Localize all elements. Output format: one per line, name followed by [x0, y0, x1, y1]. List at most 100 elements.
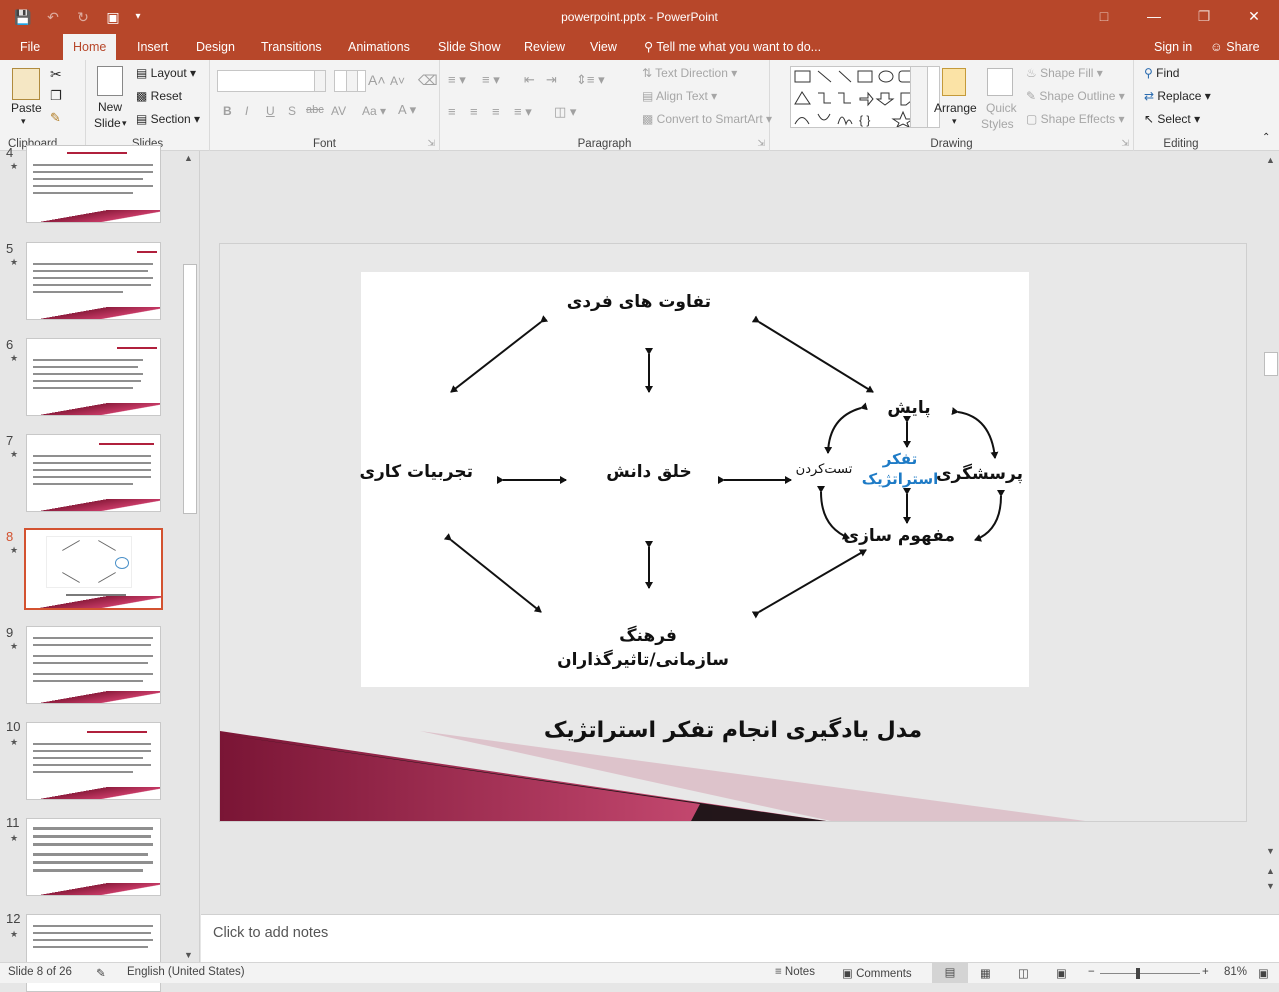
tab-slideshow[interactable]: Slide Show — [438, 34, 501, 60]
previous-slide-icon[interactable]: ▲ — [1266, 866, 1275, 876]
numbering-icon[interactable]: ≡ ▾ — [482, 72, 500, 88]
close-icon[interactable]: ✕ — [1229, 0, 1279, 34]
notes-pane[interactable]: Click to add notes — [201, 914, 1279, 962]
zoom-slider[interactable] — [1100, 973, 1200, 974]
strikethrough-icon[interactable]: abc — [306, 104, 324, 116]
shape-fill-button[interactable]: ♨ Shape Fill ▾ — [1026, 66, 1103, 80]
cut-icon[interactable]: ✂ — [50, 66, 62, 83]
slide-thumbnail-10[interactable] — [26, 722, 161, 800]
arrange-button[interactable]: Arrange — [934, 101, 977, 115]
language-indicator[interactable]: English (United States) — [127, 966, 245, 978]
tab-animations[interactable]: Animations — [348, 34, 410, 60]
replace-button[interactable]: ⇄ Replace ▾ — [1144, 89, 1211, 103]
line-spacing-icon[interactable]: ⇕≡ ▾ — [576, 72, 605, 88]
scroll-up-icon[interactable]: ▲ — [1266, 155, 1275, 165]
copy-icon[interactable]: ❐ — [50, 88, 62, 104]
thumbnail-scrollbar-thumb[interactable] — [183, 264, 197, 514]
slide-thumbnail-11[interactable] — [26, 818, 161, 896]
ribbon-display-icon[interactable]: □ — [1079, 0, 1129, 34]
restore-icon[interactable]: ❐ — [1179, 0, 1229, 34]
scroll-down-icon[interactable]: ▼ — [184, 950, 193, 960]
shapes-gallery-more[interactable] — [910, 66, 928, 128]
normal-view-icon[interactable]: ▤ — [932, 963, 968, 983]
underline-icon[interactable]: U — [266, 104, 275, 118]
select-button[interactable]: ↖ Select ▾ — [1144, 112, 1200, 126]
quick-styles-label[interactable]: Styles — [981, 117, 1014, 131]
comments-toggle[interactable]: ▣ Comments — [842, 966, 912, 980]
reset-button[interactable]: ▩ Reset — [136, 89, 182, 103]
font-name-input[interactable] — [217, 70, 315, 92]
arrange-icon[interactable] — [942, 68, 966, 96]
increase-font-icon[interactable]: A˄ — [368, 72, 386, 88]
font-name-dropdown[interactable] — [314, 70, 326, 92]
shape-outline-button[interactable]: ✎ Shape Outline ▾ — [1026, 89, 1125, 103]
align-text-button[interactable]: ▤ Align Text ▾ — [642, 89, 717, 103]
notes-placeholder[interactable]: Click to add notes — [213, 925, 328, 941]
increase-indent-icon[interactable]: ⇥ — [546, 72, 557, 88]
bold-icon[interactable]: B — [223, 104, 232, 118]
char-spacing-icon[interactable]: AV — [331, 104, 346, 118]
change-case-icon[interactable]: Aa ▾ — [362, 104, 386, 118]
arrange-dropdown-icon[interactable]: ▾ — [952, 116, 957, 127]
new-slide-button-label[interactable]: Slide — [94, 116, 121, 130]
section-button[interactable]: ▤ Section ▾ — [136, 112, 200, 126]
slide-thumbnail-4[interactable] — [26, 145, 161, 223]
quick-styles-icon[interactable] — [987, 68, 1013, 96]
font-dialog-launcher-icon[interactable]: ⇲ — [427, 138, 435, 149]
zoom-level[interactable]: 81% — [1224, 966, 1247, 978]
new-slide-icon[interactable] — [97, 66, 123, 96]
slide-sorter-icon[interactable]: ▦ — [980, 966, 991, 980]
slide-thumbnail-7[interactable] — [26, 434, 161, 512]
slide-thumbnail-9[interactable] — [26, 626, 161, 704]
reading-view-icon[interactable]: ◫ — [1018, 966, 1029, 980]
quick-styles-button[interactable]: Quick — [986, 101, 1017, 115]
slide-scrollbar-thumb[interactable] — [1264, 352, 1278, 376]
zoom-out-icon[interactable]: − — [1088, 966, 1095, 978]
next-slide-icon[interactable]: ▼ — [1266, 881, 1275, 891]
decrease-font-icon[interactable]: A˅ — [390, 74, 405, 88]
align-right-icon[interactable]: ≡ — [492, 104, 500, 119]
layout-button[interactable]: ▤ Layout ▾ — [136, 66, 196, 80]
shadow-icon[interactable]: S — [288, 104, 296, 118]
shape-effects-button[interactable]: ▢ Shape Effects ▾ — [1026, 112, 1125, 126]
tab-transitions[interactable]: Transitions — [261, 34, 322, 60]
format-painter-icon[interactable]: ✎ — [50, 110, 61, 126]
zoom-in-icon[interactable]: + — [1202, 966, 1209, 978]
paste-dropdown-icon[interactable]: ▾ — [21, 116, 26, 127]
share-button[interactable]: ☺ Share — [1204, 36, 1266, 60]
tab-home[interactable]: Home — [63, 34, 117, 60]
slide-thumbnail-6[interactable] — [26, 338, 161, 416]
slide-thumbnail-8[interactable] — [24, 528, 163, 610]
tab-design[interactable]: Design — [196, 34, 235, 60]
italic-icon[interactable]: I — [245, 104, 248, 118]
paste-button[interactable]: Paste — [11, 101, 42, 115]
tab-review[interactable]: Review — [524, 34, 565, 60]
new-slide-dropdown-icon[interactable]: ▾ — [122, 118, 127, 129]
decrease-indent-icon[interactable]: ⇤ — [524, 72, 535, 88]
tab-view[interactable]: View — [590, 34, 617, 60]
notes-toggle[interactable]: ≡ Notes — [775, 966, 815, 978]
drawing-dialog-launcher-icon[interactable]: ⇲ — [1121, 138, 1129, 149]
collapse-ribbon-icon[interactable]: ⌃ — [1262, 132, 1270, 143]
zoom-slider-thumb[interactable] — [1136, 968, 1140, 979]
align-center-icon[interactable]: ≡ — [470, 104, 478, 119]
fit-slide-icon[interactable]: ▣ — [1258, 966, 1269, 980]
tell-me-search[interactable]: ⚲ Tell me what you want to do... — [644, 34, 821, 60]
spell-check-icon[interactable]: ✎ — [96, 966, 106, 980]
paragraph-dialog-launcher-icon[interactable]: ⇲ — [757, 138, 765, 149]
bullets-icon[interactable]: ≡ ▾ — [448, 72, 466, 88]
justify-icon[interactable]: ≡ ▾ — [514, 104, 532, 120]
scroll-down-icon[interactable]: ▼ — [1266, 846, 1275, 856]
scroll-up-icon[interactable]: ▲ — [184, 153, 193, 163]
text-direction-button[interactable]: ⇅ Text Direction ▾ — [642, 66, 737, 80]
tab-insert[interactable]: Insert — [137, 34, 168, 60]
slide-thumbnail-5[interactable] — [26, 242, 161, 320]
find-button[interactable]: ⚲ Find — [1144, 66, 1179, 80]
tab-file[interactable]: File — [20, 34, 40, 60]
slide-scrollbar[interactable]: ▲ ▼ ▲ ▼ — [1263, 151, 1279, 913]
paste-icon[interactable] — [12, 68, 40, 100]
columns-icon[interactable]: ◫ ▾ — [554, 104, 576, 120]
font-color-icon[interactable]: A ▾ — [398, 102, 416, 118]
convert-smartart-button[interactable]: ▩ Convert to SmartArt ▾ — [642, 112, 772, 126]
font-size-dropdown[interactable] — [346, 70, 358, 92]
